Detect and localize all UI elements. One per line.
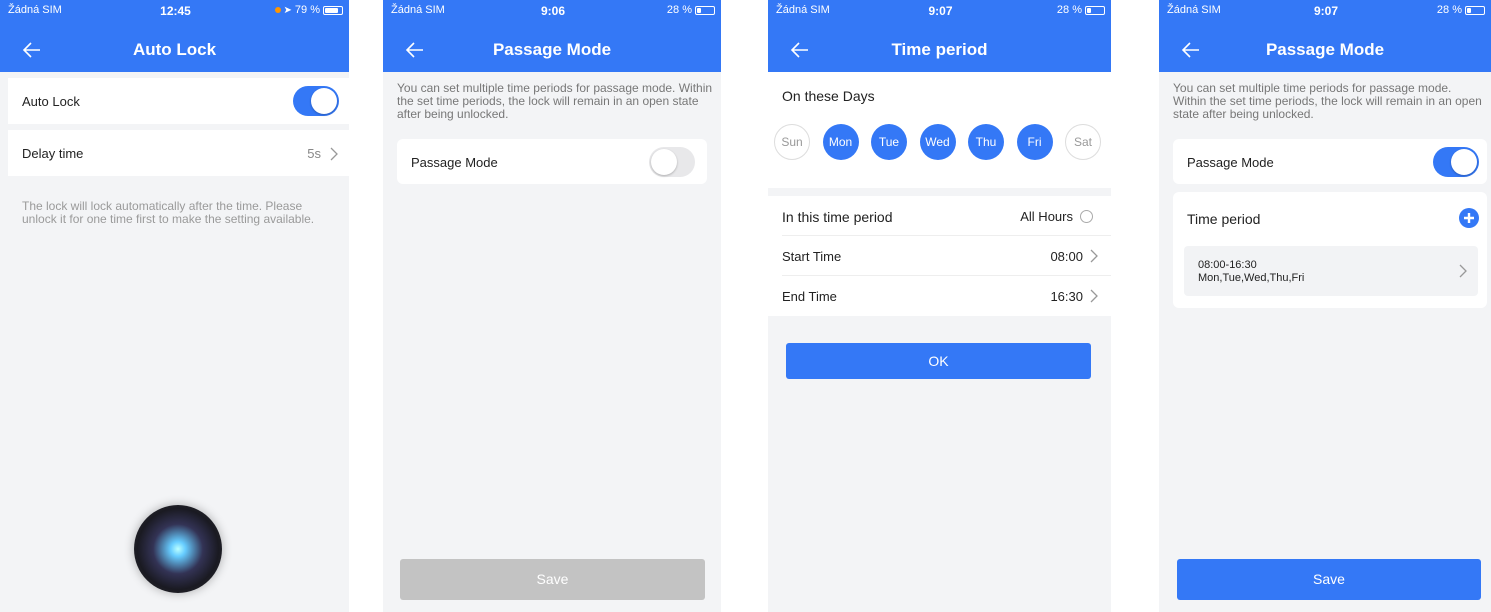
battery-percent: 28 % bbox=[666, 4, 692, 16]
day-thu[interactable]: Thu bbox=[968, 124, 1004, 160]
end-time-row[interactable]: End Time 16:30 bbox=[768, 276, 1111, 316]
period-label: In this time period bbox=[782, 209, 893, 225]
auto-lock-toggle[interactable] bbox=[293, 86, 339, 116]
day-tue[interactable]: Tue bbox=[871, 124, 907, 160]
recording-dot-icon bbox=[274, 7, 281, 13]
radio-icon[interactable] bbox=[1080, 210, 1093, 223]
battery-icon bbox=[323, 5, 343, 15]
passage-mode-toggle[interactable] bbox=[649, 147, 695, 177]
ok-button[interactable]: OK bbox=[786, 343, 1091, 379]
chevron-right-icon bbox=[1090, 249, 1098, 263]
passage-mode-row: Passage Mode bbox=[1173, 139, 1487, 184]
status-right: 28 % bbox=[1437, 4, 1485, 16]
delay-time-value: 5s bbox=[307, 146, 321, 161]
save-button[interactable]: Save bbox=[400, 559, 705, 600]
page-title: Passage Mode bbox=[1265, 40, 1385, 59]
period-days: Mon,Tue,Wed,Thu,Fri bbox=[1198, 272, 1305, 284]
screen-passage-mode-on: Žádná SIM 9:07 28 % Passage Mode You can… bbox=[1159, 0, 1491, 612]
time-period-card: Time period 08:00-16:30 Mon,Tue,Wed,Thu,… bbox=[1173, 192, 1487, 308]
header: Žádná SIM 9:07 28 % Time period bbox=[768, 0, 1111, 72]
auto-lock-label: Auto Lock bbox=[22, 94, 80, 109]
battery-icon bbox=[1465, 5, 1485, 15]
add-circle-icon[interactable] bbox=[1459, 208, 1479, 228]
status-time: 9:07 bbox=[928, 4, 953, 18]
status-right: 28 % bbox=[1057, 4, 1105, 16]
passage-description: You can set multiple time periods for pa… bbox=[397, 81, 713, 121]
battery-percent: 79 % bbox=[294, 4, 320, 16]
chevron-right-icon bbox=[1459, 264, 1467, 278]
page-title: Passage Mode bbox=[492, 40, 612, 59]
delay-time-row[interactable]: Delay time 5s bbox=[8, 130, 349, 176]
status-bar: Žádná SIM 9:06 28 % bbox=[391, 4, 715, 20]
page-title: Auto Lock bbox=[132, 40, 217, 59]
page-title: Time period bbox=[891, 40, 988, 59]
passage-mode-label: Passage Mode bbox=[411, 155, 498, 170]
battery-percent: 28 % bbox=[1436, 4, 1462, 16]
header: Žádná SIM 9:06 28 % Passage Mode bbox=[383, 0, 721, 72]
days-heading: On these Days bbox=[782, 88, 875, 104]
day-sat[interactable]: Sat bbox=[1065, 124, 1101, 160]
battery-percent: 28 % bbox=[1056, 4, 1082, 16]
status-right: 28 % bbox=[667, 4, 715, 16]
passage-mode-toggle[interactable] bbox=[1433, 147, 1479, 177]
screen-passage-mode-off: Žádná SIM 9:06 28 % Passage Mode You can… bbox=[383, 0, 721, 612]
header: Žádná SIM 9:07 28 % Passage Mode bbox=[1159, 0, 1491, 72]
screen-auto-lock: Žádná SIM 12:45 ➤ 79 % Auto Lock Auto Lo… bbox=[0, 0, 349, 612]
chevron-right-icon bbox=[330, 147, 338, 161]
day-wed[interactable]: Wed bbox=[919, 124, 956, 160]
passage-mode-row: Passage Mode bbox=[397, 139, 707, 184]
chevron-right-icon bbox=[1090, 289, 1098, 303]
time-period-label: Time period bbox=[1187, 211, 1261, 227]
time-period-item[interactable]: 08:00-16:30 Mon,Tue,Wed,Thu,Fri bbox=[1184, 246, 1478, 296]
screen-time-period: Žádná SIM 9:07 28 % Time period On these… bbox=[768, 0, 1111, 612]
location-icon: ➤ bbox=[283, 4, 292, 16]
status-bar: Žádná SIM 12:45 ➤ 79 % bbox=[8, 4, 343, 20]
status-bar: Žádná SIM 9:07 28 % bbox=[776, 4, 1105, 20]
start-time-row[interactable]: Start Time 08:00 bbox=[768, 236, 1111, 276]
time-section: In this time period All Hours Start Time… bbox=[768, 196, 1111, 316]
status-bar: Žádná SIM 9:07 28 % bbox=[1167, 4, 1485, 20]
end-time-value: 16:30 bbox=[1050, 289, 1083, 304]
passage-description: You can set multiple time periods for pa… bbox=[1173, 81, 1482, 121]
end-time-label: End Time bbox=[782, 289, 837, 304]
battery-icon bbox=[695, 5, 715, 15]
start-time-value: 08:00 bbox=[1050, 249, 1083, 264]
day-sun[interactable]: Sun bbox=[774, 124, 810, 160]
header: Žádná SIM 12:45 ➤ 79 % Auto Lock bbox=[0, 0, 349, 72]
siri-orb-icon bbox=[134, 505, 222, 593]
save-button[interactable]: Save bbox=[1177, 559, 1481, 600]
passage-mode-label: Passage Mode bbox=[1187, 155, 1274, 170]
auto-lock-row: Auto Lock bbox=[8, 78, 349, 124]
status-right: ➤ 79 % bbox=[274, 4, 343, 16]
period-time: 08:00-16:30 bbox=[1198, 259, 1257, 271]
day-mon[interactable]: Mon bbox=[822, 124, 859, 160]
start-time-label: Start Time bbox=[782, 249, 842, 264]
auto-lock-description: The lock will lock automatically after t… bbox=[22, 199, 315, 226]
day-fri[interactable]: Fri bbox=[1016, 124, 1053, 160]
delay-time-label: Delay time bbox=[22, 146, 84, 161]
all-hours-label: All Hours bbox=[1020, 209, 1073, 224]
battery-icon bbox=[1085, 5, 1105, 15]
